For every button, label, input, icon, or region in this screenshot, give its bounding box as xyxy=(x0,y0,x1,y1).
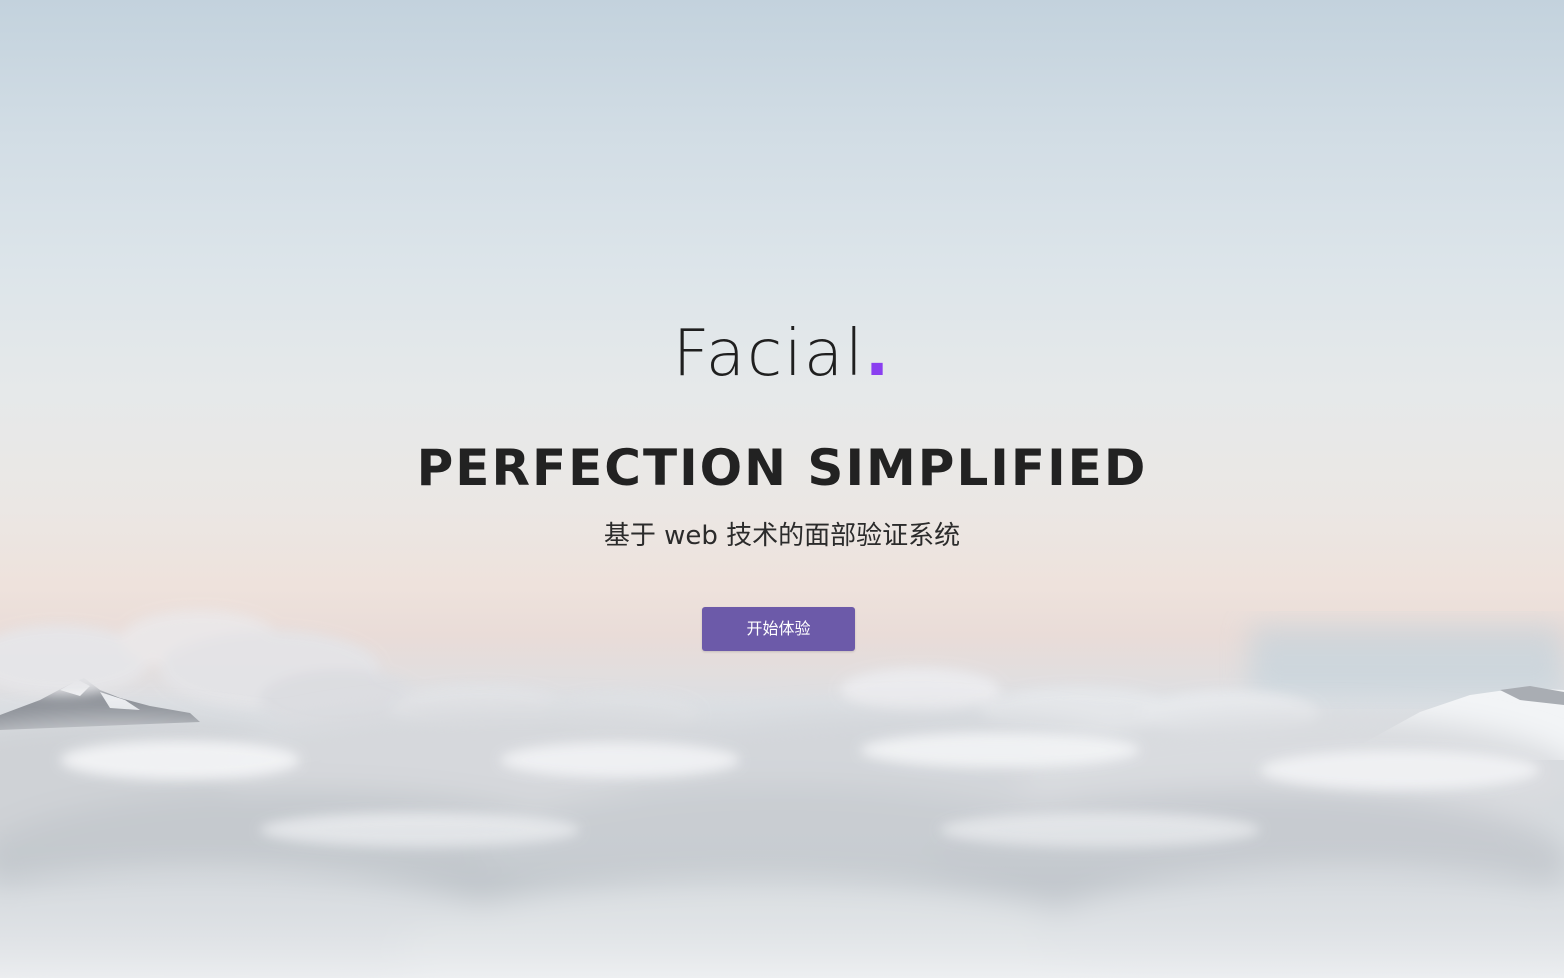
brand-name: Facial xyxy=(672,317,865,391)
hero-headline: PERFECTION SIMPLIFIED xyxy=(416,439,1148,497)
start-experience-button[interactable]: 开始体验 xyxy=(702,607,855,651)
brand-dot: . xyxy=(864,317,892,391)
hero-subtitle: 基于 web 技术的面部验证系统 xyxy=(603,521,961,551)
brand-logo: Facial. xyxy=(0,318,1564,390)
hero-section: Facial. PERFECTION SIMPLIFIED 基于 web 技术的… xyxy=(0,0,1564,978)
